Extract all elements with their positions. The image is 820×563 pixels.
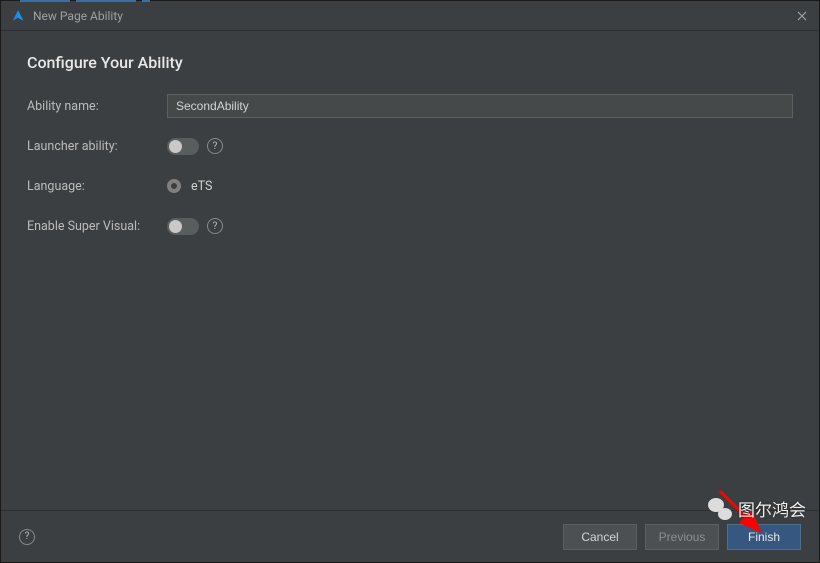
toggle-knob xyxy=(169,220,182,233)
toggle-knob xyxy=(169,140,182,153)
page-title: Configure Your Ability xyxy=(27,53,793,72)
label-launcher-ability: Launcher ability: xyxy=(27,139,167,154)
help-icon[interactable]: ? xyxy=(207,138,223,154)
language-option-label: eTS xyxy=(191,179,212,194)
row-enable-super-visual: Enable Super Visual: ? xyxy=(27,214,793,238)
dialog-footer: ? Cancel Previous Finish xyxy=(1,510,819,562)
dialog-window: New Page Ability Configure Your Ability … xyxy=(0,0,820,563)
ability-name-input[interactable] xyxy=(167,94,793,118)
finish-button[interactable]: Finish xyxy=(727,524,801,550)
language-radio-ets[interactable] xyxy=(167,179,181,193)
label-enable-super-visual: Enable Super Visual: xyxy=(27,219,167,234)
help-icon[interactable]: ? xyxy=(207,218,223,234)
label-ability-name: Ability name: xyxy=(27,99,167,114)
titlebar: New Page Ability xyxy=(1,1,819,31)
previous-button: Previous xyxy=(645,524,719,550)
enable-super-visual-toggle[interactable] xyxy=(167,218,199,235)
row-launcher-ability: Launcher ability: ? xyxy=(27,134,793,158)
label-language: Language: xyxy=(27,179,167,194)
launcher-ability-toggle[interactable] xyxy=(167,138,199,155)
window-title: New Page Ability xyxy=(33,9,795,23)
row-language: Language: eTS xyxy=(27,174,793,198)
close-icon[interactable] xyxy=(795,9,809,23)
top-tab-strip xyxy=(0,0,820,2)
row-ability-name: Ability name: xyxy=(27,94,793,118)
footer-help-icon[interactable]: ? xyxy=(19,529,35,545)
dialog-content: Configure Your Ability Ability name: Lau… xyxy=(1,31,819,510)
app-icon xyxy=(11,9,25,23)
cancel-button[interactable]: Cancel xyxy=(563,524,637,550)
